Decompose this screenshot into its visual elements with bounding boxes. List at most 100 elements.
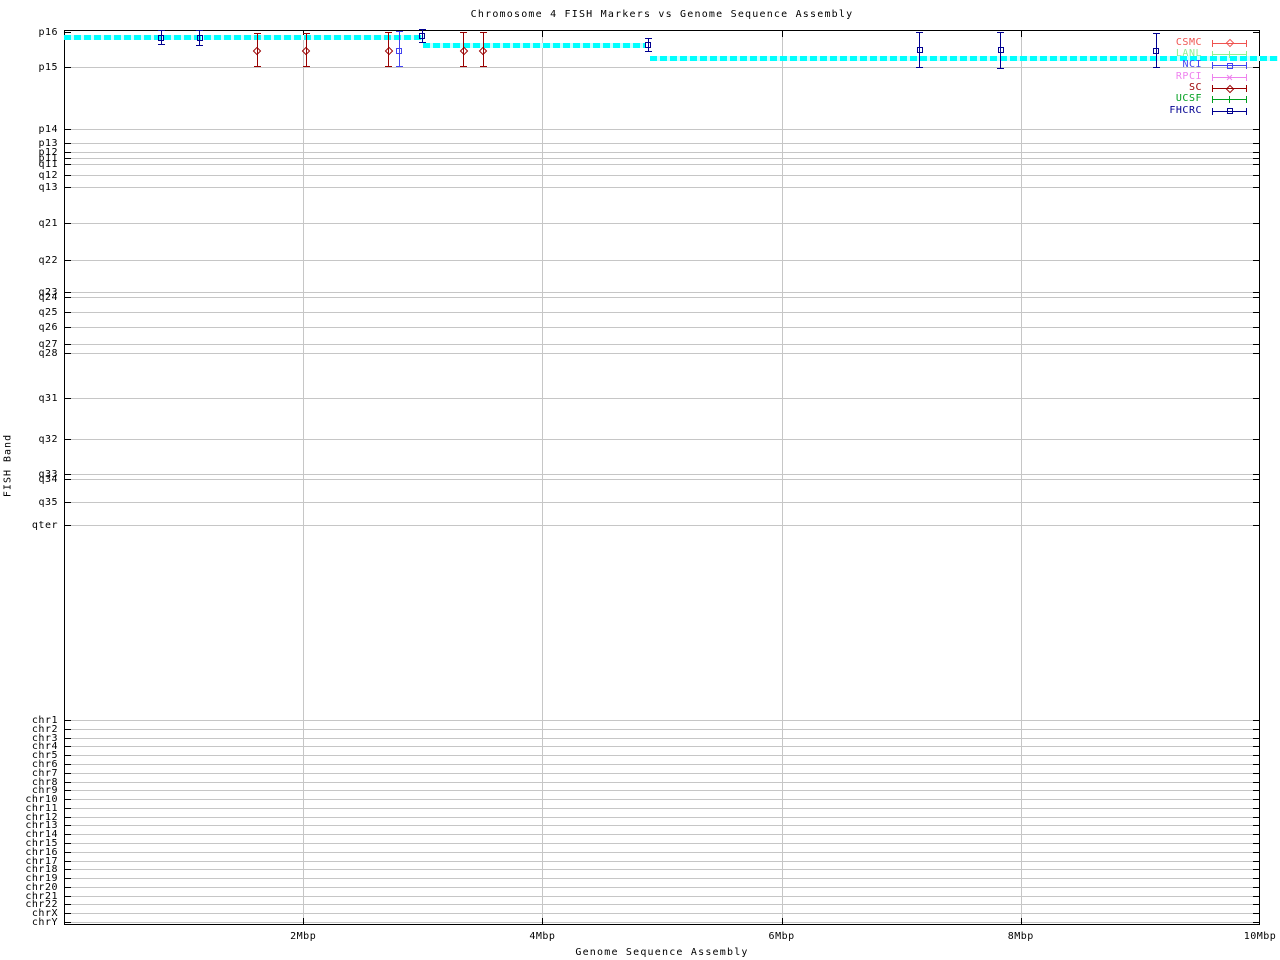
y-tick-right xyxy=(1253,720,1260,721)
legend-marker-UCSF xyxy=(1229,96,1230,104)
assembly-band-segment xyxy=(64,34,424,40)
x-gridline xyxy=(781,30,783,925)
errorbar-cap-FHCRC xyxy=(644,51,652,52)
y-tick-label: p15 xyxy=(38,61,58,73)
y-tick-left xyxy=(64,128,71,130)
y-tick-right xyxy=(1253,737,1260,739)
chart-canvas: Chromosome 4 FISH Markers vs Genome Sequ… xyxy=(0,0,1280,960)
y-tick-left xyxy=(64,781,71,783)
y-tick-right xyxy=(1253,895,1260,897)
y-gridline xyxy=(64,151,1260,153)
y-tick-right xyxy=(1253,878,1260,880)
y-tick-label: q31 xyxy=(38,393,58,405)
y-gridline xyxy=(64,895,1260,897)
y-gridline xyxy=(64,326,1260,328)
y-tick-right xyxy=(1253,128,1260,130)
assembly-band-segment xyxy=(422,42,647,48)
y-gridline xyxy=(64,474,1260,476)
y-tick-right xyxy=(1253,292,1260,294)
y-tick-left xyxy=(64,187,71,188)
x-tick-label: 8Mbp xyxy=(1007,931,1034,942)
plot-border-top xyxy=(64,30,1260,31)
errorbar-cap-SC xyxy=(479,32,487,33)
y-gridline xyxy=(64,772,1260,774)
y-tick-right xyxy=(1253,343,1260,345)
y-gridline xyxy=(64,720,1260,721)
y-tick-label: q34 xyxy=(38,473,58,485)
y-tick-left xyxy=(64,746,71,748)
y-tick-right xyxy=(1253,825,1260,827)
errorbar-cap-SC xyxy=(385,66,393,67)
y-tick-left xyxy=(64,851,71,853)
errorbar-cap-SC xyxy=(460,66,468,67)
y-tick-left xyxy=(64,398,71,400)
errorbar-cap-SC xyxy=(479,66,487,67)
y-tick-right xyxy=(1253,886,1260,888)
y-tick-right xyxy=(1253,913,1260,915)
errorbar-cap-SC xyxy=(302,33,310,34)
errorbar-cap-FHCRC xyxy=(418,42,426,43)
errorbar-cap-FHCRC xyxy=(916,67,924,68)
x-tick-top xyxy=(781,30,783,37)
x-axis-label: Genome Sequence Assembly xyxy=(575,947,749,958)
y-tick-right xyxy=(1253,223,1260,225)
y-gridline xyxy=(64,525,1260,526)
x-tick-label: 10Mbp xyxy=(1243,931,1277,942)
y-tick-right xyxy=(1253,860,1260,862)
y-tick-left xyxy=(64,474,71,476)
y-tick-label: q13 xyxy=(38,182,58,193)
y-tick-left xyxy=(64,352,71,354)
y-tick-left xyxy=(64,32,71,33)
plot-border-bottom xyxy=(64,924,1260,925)
y-tick-left xyxy=(64,720,71,721)
y-tick-right xyxy=(1253,904,1260,906)
y-tick-right xyxy=(1253,525,1260,526)
y-gridline xyxy=(64,799,1260,800)
y-gridline xyxy=(64,311,1260,313)
y-tick-left xyxy=(64,66,71,68)
errorbar-cap-SC xyxy=(253,66,261,67)
errorbar-cap-FHCRC xyxy=(418,29,426,30)
y-gridline xyxy=(64,746,1260,748)
x-tick-top xyxy=(1259,30,1260,37)
y-tick-left xyxy=(64,292,71,294)
y-tick-left xyxy=(64,904,71,906)
legend-label-SC: SC xyxy=(1188,82,1202,93)
y-tick-left xyxy=(64,501,71,503)
y-tick-left xyxy=(64,869,71,871)
y-gridline xyxy=(64,843,1260,844)
marker-FHCRC xyxy=(916,46,923,53)
y-gridline xyxy=(64,728,1260,730)
y-tick-right xyxy=(1253,816,1260,818)
marker-FHCRC xyxy=(419,32,426,39)
legend-sample-cap xyxy=(1246,62,1247,70)
y-tick-right xyxy=(1253,799,1260,800)
x-tick-top xyxy=(1020,30,1022,37)
y-gridline xyxy=(64,807,1260,809)
y-gridline xyxy=(64,886,1260,888)
marker-FHCRC xyxy=(645,41,652,48)
marker-FHCRC xyxy=(158,34,165,41)
y-gridline xyxy=(64,737,1260,739)
x-tick-label: 6Mbp xyxy=(768,931,795,942)
y-tick-right xyxy=(1253,755,1260,757)
y-gridline xyxy=(64,439,1260,441)
y-tick-left xyxy=(64,807,71,809)
errorbar-cap-NCI xyxy=(395,66,403,67)
y-tick-left xyxy=(64,843,71,844)
legend-sample-cap xyxy=(1212,96,1213,104)
y-tick-left xyxy=(64,728,71,730)
legend-label-LANL: LANL xyxy=(1175,48,1202,59)
errorbar-cap-FHCRC xyxy=(157,30,165,31)
errorbar-cap-FHCRC xyxy=(997,68,1005,69)
y-tick-left xyxy=(64,142,71,144)
y-tick-left xyxy=(64,790,71,792)
y-tick-label: q32 xyxy=(38,434,58,446)
x-gridline xyxy=(542,30,544,925)
y-tick-right xyxy=(1253,311,1260,313)
y-tick-left xyxy=(64,439,71,441)
errorbar-cap-FHCRC xyxy=(1152,33,1160,34)
y-gridline xyxy=(64,781,1260,783)
y-tick-right xyxy=(1253,478,1260,480)
y-tick-right xyxy=(1253,151,1260,153)
